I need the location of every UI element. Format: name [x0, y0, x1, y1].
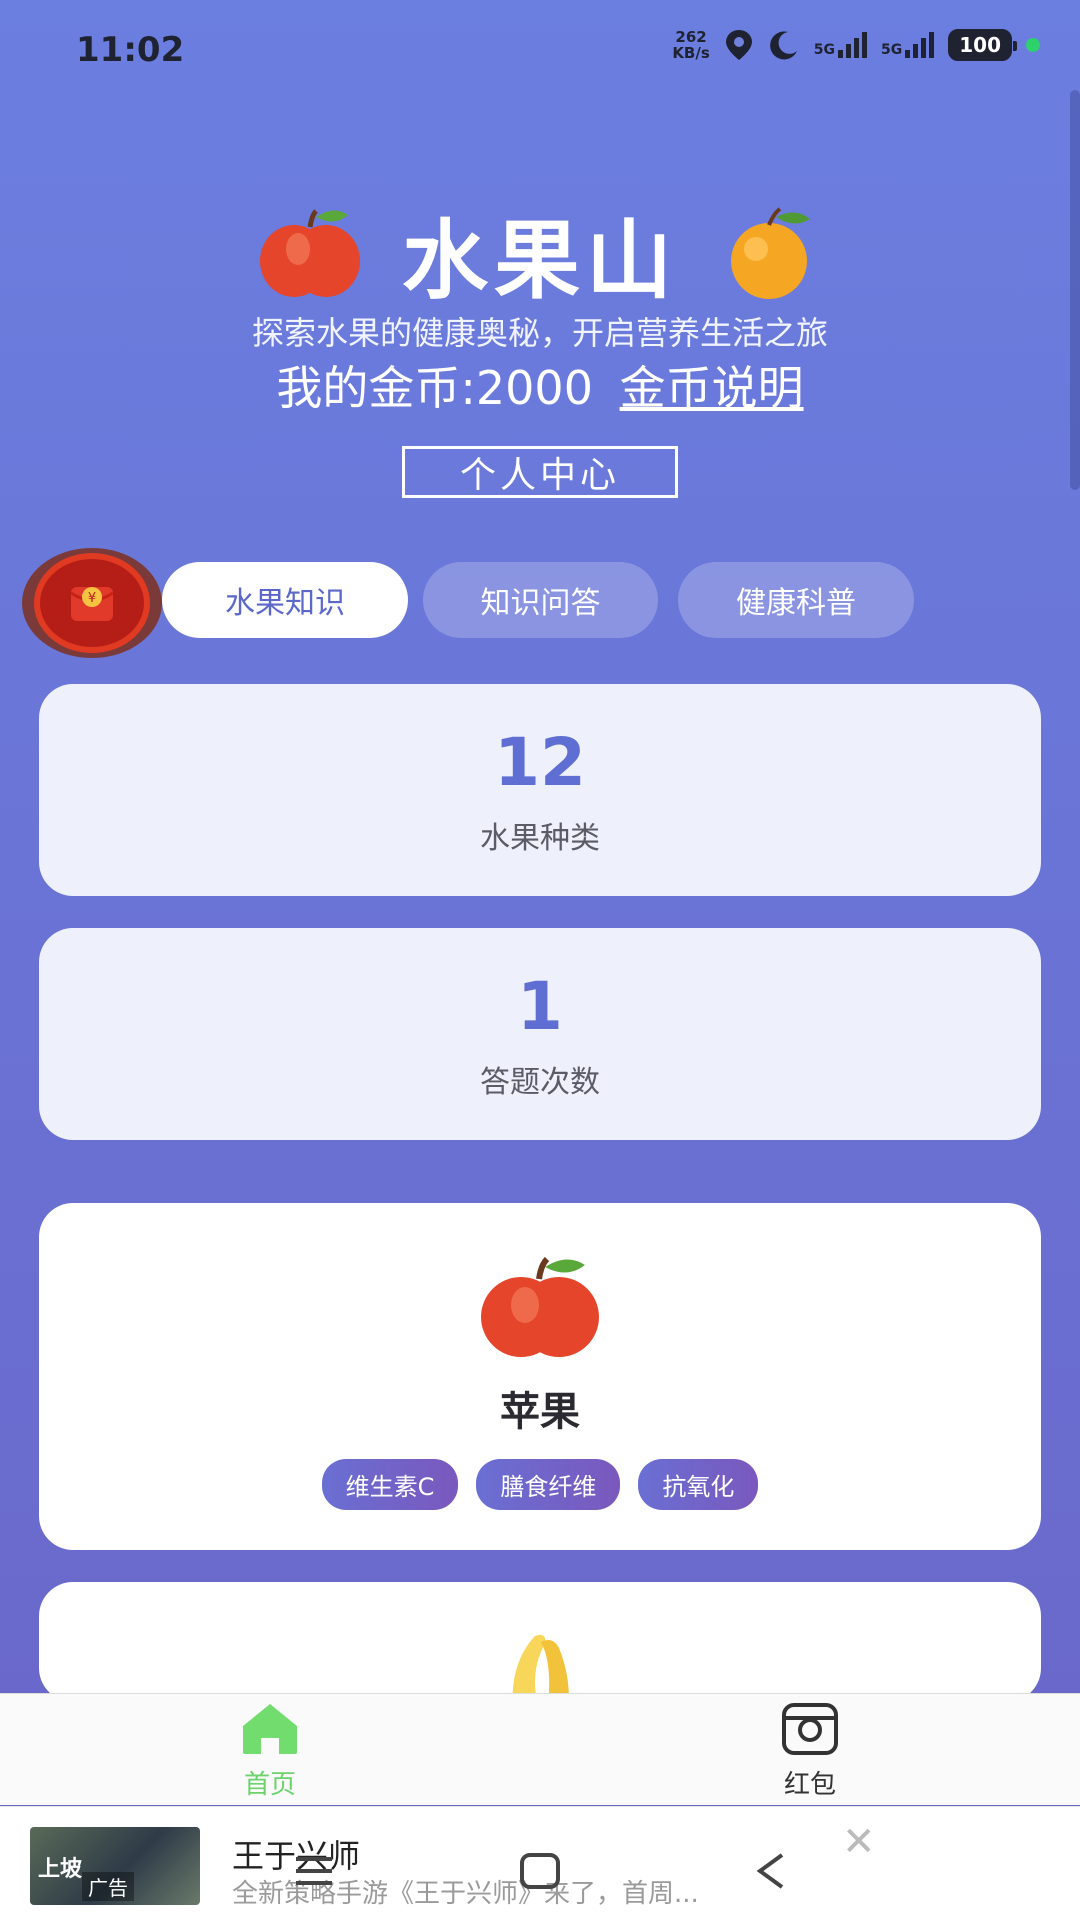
nav-red-packet[interactable]: 红包 [740, 1702, 880, 1801]
ad-thumbnail: 上坡 广告 [30, 1827, 200, 1905]
fruit-card-banana[interactable] [39, 1582, 1041, 1702]
bottom-nav: 首页 红包 [0, 1693, 1080, 1805]
profile-button[interactable]: 个人中心 [402, 446, 678, 498]
tab-quiz[interactable]: 知识问答 [423, 562, 658, 638]
ad-banner[interactable]: 上坡 广告 王于兴师 全新策略手游《王于兴师》来了，首周... ✕ [0, 1806, 1080, 1920]
fruit-tag: 膳食纤维 [476, 1459, 621, 1510]
banana-icon [512, 1635, 569, 1702]
fruit-tags: 维生素C 膳食纤维 抗氧化 [39, 1459, 1041, 1510]
stat-label: 水果种类 [480, 821, 600, 856]
signal-icon-2: 5G [881, 32, 935, 58]
orange-icon [731, 206, 810, 299]
stat-card-quiz-count: 1 答题次数 [39, 928, 1041, 1140]
app-title: 水果山 [402, 211, 678, 311]
menu-icon[interactable] [292, 1851, 336, 1891]
stat-value: 1 [517, 968, 563, 1045]
stat-card-fruit-types: 12 水果种类 [39, 684, 1041, 896]
tab-fruit-knowledge[interactable]: 水果知识 [162, 562, 408, 638]
apple-icon [481, 1256, 599, 1357]
network-speed: 262 KB/s [672, 29, 709, 61]
location-icon [725, 30, 752, 60]
nav-label: 红包 [783, 1770, 836, 1800]
fruit-name: 苹果 [500, 1389, 580, 1435]
moon-icon [769, 31, 797, 60]
fruit-card-apple[interactable]: 苹果 维生素C 膳食纤维 抗氧化 [39, 1203, 1041, 1550]
title-row: 水果山 [0, 190, 1080, 315]
home-icon [243, 1704, 297, 1754]
status-icons: 262 KB/s 5G 5G 100 [672, 28, 1040, 62]
privacy-dot [1026, 38, 1040, 52]
red-packet-icon: ¥ [34, 553, 150, 653]
stat-value: 12 [494, 724, 586, 801]
signal-icon: 5G [813, 32, 868, 58]
signal-label: 5G [813, 42, 836, 58]
svg-text:¥: ¥ [88, 591, 96, 606]
stat-label: 答题次数 [480, 1065, 600, 1100]
ad-thumb-text: 上坡 [38, 1857, 83, 1882]
status-bar: 11:02 262 KB/s 5G 5G 100 [0, 0, 1080, 100]
tab-health-science[interactable]: 健康科普 [678, 562, 914, 638]
nav-home[interactable]: 首页 [200, 1702, 340, 1801]
network-speed-value: 262 [675, 28, 707, 46]
fruit-tag: 抗氧化 [638, 1459, 759, 1510]
fruit-tag: 维生素C [321, 1459, 459, 1510]
camera-icon [782, 1703, 838, 1755]
coin-row: 我的金币:2000 金币说明 [0, 352, 1080, 418]
home-square-icon[interactable] [518, 1851, 562, 1891]
coin-info-link[interactable]: 金币说明 [620, 361, 804, 415]
ad-badge: 广告 [82, 1872, 134, 1901]
battery-icon: 100 [948, 29, 1017, 61]
close-icon[interactable]: ✕ [842, 1819, 876, 1865]
red-packet-button[interactable]: ¥ [22, 548, 162, 658]
subtitle: 探索水果的健康奥秘，开启营养生活之旅 [251, 314, 828, 352]
coin-balance: 我的金币:2000 [276, 361, 593, 415]
network-speed-unit: KB/s [672, 44, 710, 62]
status-time: 11:02 [76, 30, 185, 70]
nav-label: 首页 [243, 1770, 296, 1800]
apple-icon [260, 208, 360, 297]
back-icon[interactable] [752, 1851, 788, 1891]
signal-label-2: 5G [881, 42, 903, 58]
